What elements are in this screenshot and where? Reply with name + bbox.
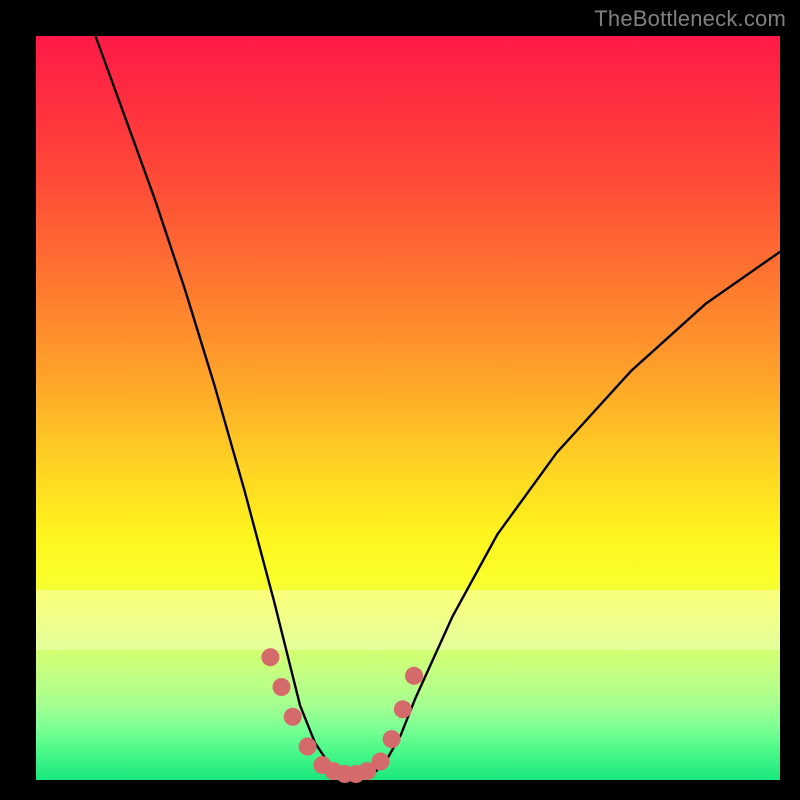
sweet-spot-dot xyxy=(273,678,291,696)
sweet-spot-markers xyxy=(261,648,423,783)
watermark-text: TheBottleneck.com xyxy=(594,6,786,32)
plot-area xyxy=(36,36,780,780)
sweet-spot-dot xyxy=(299,738,317,756)
sweet-spot-dot xyxy=(372,752,390,770)
sweet-spot-dot xyxy=(405,667,423,685)
sweet-spot-dot xyxy=(394,700,412,718)
bottleneck-curve xyxy=(96,36,781,776)
chart-frame: TheBottleneck.com xyxy=(0,0,800,800)
sweet-spot-dot xyxy=(383,730,401,748)
chart-svg xyxy=(36,36,780,780)
sweet-spot-dot xyxy=(261,648,279,666)
sweet-spot-dot xyxy=(284,708,302,726)
